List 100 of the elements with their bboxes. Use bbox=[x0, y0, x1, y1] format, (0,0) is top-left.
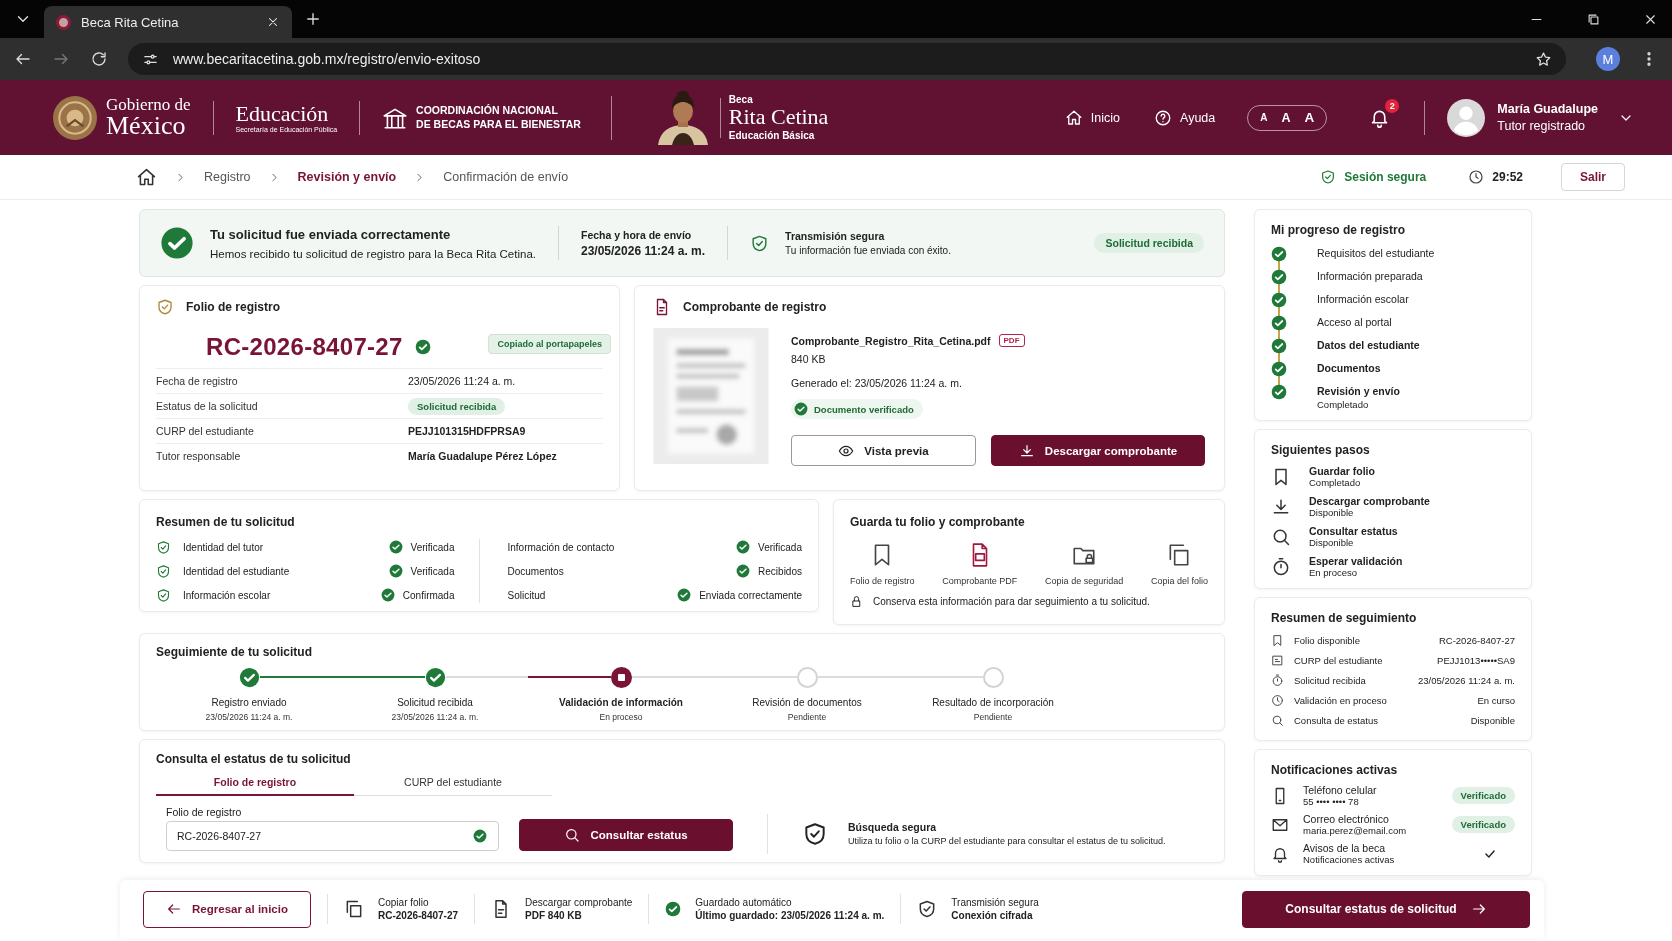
step-label: Guardar folio bbox=[1309, 465, 1375, 477]
stopwatch-icon bbox=[1271, 673, 1284, 687]
check-circle-icon bbox=[160, 226, 194, 260]
folio-input[interactable]: RC-2026-8407-27 bbox=[166, 820, 499, 851]
check-circle-icon bbox=[1271, 338, 1287, 354]
card-title: Guarda tu folio y comprobante bbox=[850, 515, 1025, 529]
save-option[interactable]: Folio de registro bbox=[850, 576, 915, 586]
card-title: Folio de registro bbox=[186, 300, 280, 314]
check-circle-icon bbox=[1271, 246, 1287, 262]
back-button[interactable]: Regresar al inicio bbox=[143, 890, 311, 928]
text-size-button[interactable]: A bbox=[1256, 112, 1272, 123]
clock-icon bbox=[1468, 169, 1485, 185]
id-card-icon bbox=[1271, 653, 1284, 667]
shield-check-icon bbox=[156, 587, 171, 603]
nav-link[interactable]: Inicio bbox=[1064, 108, 1121, 127]
home-icon[interactable] bbox=[136, 166, 157, 188]
logout-button[interactable]: Salir bbox=[1561, 163, 1625, 191]
card-title: Seguimiente de tu solicitud bbox=[156, 645, 313, 659]
tab[interactable]: CURP del estudiante bbox=[354, 771, 552, 795]
card-title: Notificaciones activas bbox=[1271, 763, 1398, 777]
close-icon[interactable] bbox=[266, 15, 280, 29]
copy-icon bbox=[344, 899, 364, 919]
star-icon[interactable] bbox=[1535, 50, 1552, 68]
save-option[interactable]: Comprobante PDF bbox=[942, 576, 1018, 586]
step-label: Datos del estudiante bbox=[1317, 338, 1420, 353]
field-label: CURP del estudiante bbox=[156, 425, 255, 437]
check-circle-icon bbox=[794, 402, 808, 416]
step-detail: En proceso bbox=[599, 712, 643, 722]
step-label: Revisión y envío bbox=[1317, 384, 1400, 399]
channel-detail: 55 •••• •••• 78 bbox=[1303, 796, 1360, 807]
program-name: Rita Cetina bbox=[728, 105, 829, 130]
banner-message: Hemos recibido tu solicitud de registro para la Beca Rita Cetina. bbox=[210, 247, 536, 260]
item-value: 23/05/2026 11:24 a. m. bbox=[1418, 674, 1515, 686]
check-circle-icon bbox=[1271, 361, 1287, 377]
user-role: Tutor registrado bbox=[1497, 117, 1587, 135]
field-label: Tutor responsable bbox=[156, 450, 242, 462]
save-option[interactable]: Copia de seguridad bbox=[1045, 576, 1124, 586]
shield-check-icon bbox=[156, 563, 171, 579]
folio-number: RC-2026-8407-27 bbox=[206, 333, 403, 361]
download-icon bbox=[1018, 442, 1035, 459]
step-label: Revisión de documentos bbox=[752, 697, 862, 708]
session-label: Sesión segura bbox=[1344, 170, 1427, 184]
field-label: Folio de registro bbox=[166, 805, 243, 818]
step-label: Solicitud recibida bbox=[397, 697, 473, 708]
bookmark-icon bbox=[1271, 633, 1284, 647]
nav-link[interactable]: Ayuda bbox=[1154, 108, 1216, 127]
tab[interactable]: Folio de registro bbox=[156, 771, 354, 796]
info-title: Descargar comprobante bbox=[525, 897, 633, 908]
logo-text: Gobierno de bbox=[106, 96, 191, 113]
breadcrumb-link[interactable]: Revisión y envío bbox=[297, 170, 397, 184]
channel-label: Avisos de la beca bbox=[1303, 842, 1387, 854]
check-circle-icon bbox=[1271, 315, 1287, 331]
reload-icon[interactable] bbox=[90, 50, 108, 68]
program-level: Educación Básica bbox=[728, 129, 816, 141]
step-status: Disponible bbox=[1309, 507, 1355, 518]
breadcrumb-link[interactable]: Confirmación de envío bbox=[443, 170, 569, 184]
verified-label: Documento verificado bbox=[814, 403, 914, 415]
check-circle-icon bbox=[677, 588, 692, 602]
card-title: Consulta el estatus de tu solicitud bbox=[156, 752, 351, 766]
step-label: Esperar validación bbox=[1309, 555, 1403, 567]
item-label: Solicitud recibida bbox=[1294, 674, 1366, 686]
item-status: Verificada bbox=[410, 565, 455, 577]
info-title: Transmisión segura bbox=[951, 897, 1039, 908]
check-circle-icon bbox=[1271, 384, 1287, 400]
profile-avatar[interactable]: M bbox=[1596, 47, 1620, 71]
status-badge: Solicitud recibida bbox=[408, 397, 506, 415]
channel-label: Correo electrónico bbox=[1303, 813, 1390, 825]
check-circle-icon bbox=[665, 901, 682, 917]
search-button[interactable]: Consultar estatus bbox=[519, 819, 733, 851]
plus-icon[interactable] bbox=[304, 10, 322, 28]
security-title: Transmisión segura bbox=[785, 230, 886, 242]
item-status: Enviada correctamente bbox=[699, 589, 802, 601]
logo-text: México bbox=[106, 113, 187, 139]
step-label: Registro enviado bbox=[211, 697, 287, 708]
step-label: Información preparada bbox=[1317, 269, 1423, 284]
field-label: Fecha de registro bbox=[156, 375, 239, 387]
preview-button[interactable]: Vista previa bbox=[791, 435, 976, 466]
download-button[interactable]: Descargar comprobante bbox=[991, 435, 1205, 466]
item-status: Confirmada bbox=[402, 589, 455, 601]
avatar-icon[interactable] bbox=[1447, 98, 1486, 137]
card-title: Siguientes pasos bbox=[1271, 443, 1370, 457]
arrow-left-icon bbox=[166, 901, 183, 917]
text-size-button[interactable]: A bbox=[1277, 110, 1295, 125]
channel-label: Teléfono celular bbox=[1303, 784, 1377, 796]
text-size-button[interactable]: A bbox=[1300, 110, 1319, 125]
address-bar[interactable]: www.becaritacetina.gob.mx/registro/envio-exitoso bbox=[128, 43, 1566, 75]
card-title: Resumen de tu solicitud bbox=[156, 515, 295, 529]
file-size: 840 KB bbox=[791, 353, 827, 365]
browser-tab[interactable]: Beca Rita Cetina bbox=[44, 6, 292, 38]
restore-icon[interactable] bbox=[1586, 11, 1601, 27]
step-detail: 23/05/2026 11:24 a. m. bbox=[391, 712, 479, 722]
check-circle-icon bbox=[414, 339, 431, 355]
file-name: Comprobante_Registro_Rita_Cetina.pdf bbox=[791, 334, 991, 347]
favicon-icon bbox=[56, 14, 71, 30]
status-button[interactable]: Consultar estatus de solicitud bbox=[1242, 890, 1530, 928]
save-option[interactable]: Copia del folio bbox=[1150, 576, 1208, 586]
verified-badge: Verificado bbox=[1451, 787, 1515, 804]
item-status: Verificada bbox=[758, 541, 802, 553]
breadcrumb-link[interactable]: Registro bbox=[204, 170, 251, 184]
step-label: Validación de información bbox=[559, 697, 683, 708]
